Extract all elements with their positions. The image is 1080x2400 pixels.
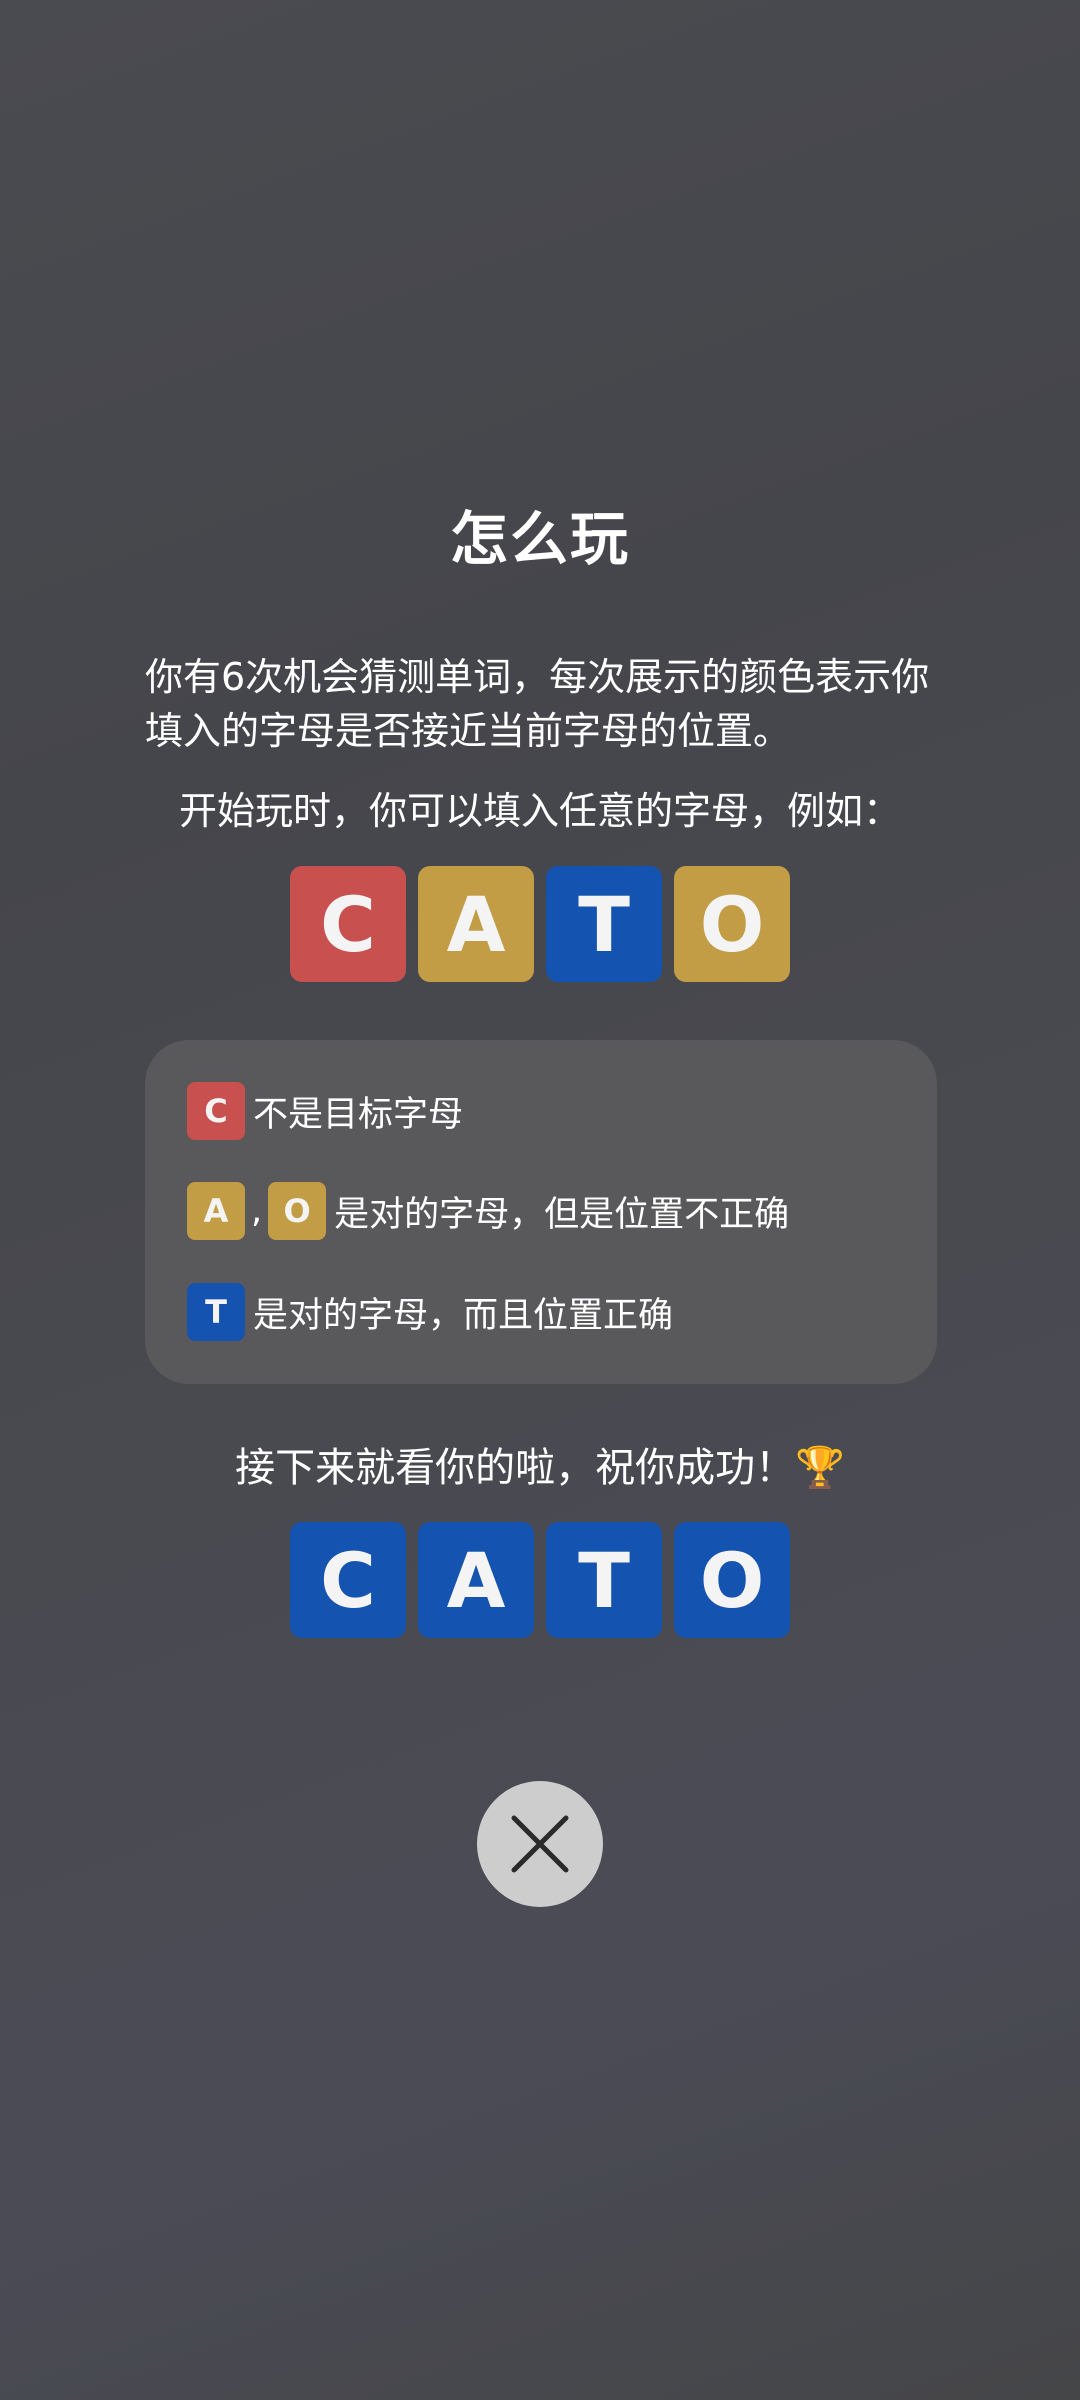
legend-absent-text: 不是目标字母 <box>253 1094 464 1135</box>
example-tile-row: C A T O <box>290 866 790 982</box>
legend-row-correct: T 是对的字母，而且位置正确 <box>187 1283 673 1341</box>
example-tile: C <box>290 866 406 982</box>
intro-text: 你有6次机会猜测单词，每次展示的颜色表示你填入的字母是否接近当前字母的位置。 <box>145 655 930 753</box>
legend-present-text: 是对的字母，但是位置不正确 <box>334 1194 790 1235</box>
legend-row-present: A , O 是对的字母，但是位置不正确 <box>187 1182 789 1240</box>
final-tile-row: C A T O <box>290 1522 790 1638</box>
legend-separator: , <box>251 1191 263 1231</box>
final-tile: O <box>674 1522 790 1638</box>
example-tile: O <box>674 866 790 982</box>
legend-tile-correct: T <box>187 1283 245 1341</box>
legend-tile-present: O <box>268 1182 327 1240</box>
legend-panel: C 不是目标字母 A , O 是对的字母，但是位置不正确 T 是对的字母，而且位… <box>145 1040 937 1384</box>
legend-tile-present: A <box>187 1182 245 1240</box>
close-icon <box>511 1815 569 1873</box>
legend-correct-text: 是对的字母，而且位置正确 <box>253 1295 674 1336</box>
final-tile: C <box>290 1522 406 1638</box>
final-tile: T <box>546 1522 662 1638</box>
close-button[interactable] <box>477 1781 603 1907</box>
example-tile: A <box>418 866 534 982</box>
final-tile: A <box>418 1522 534 1638</box>
how-to-play-title: 怎么玩 <box>449 505 630 573</box>
good-luck-text: 接下来就看你的啦，祝你成功！🏆 <box>235 1445 845 1491</box>
legend-tile-absent: C <box>187 1082 245 1140</box>
example-tile: T <box>546 866 662 982</box>
legend-row-absent: C 不是目标字母 <box>187 1082 463 1140</box>
example-caption: 开始玩时，你可以填入任意的字母，例如： <box>178 789 901 833</box>
